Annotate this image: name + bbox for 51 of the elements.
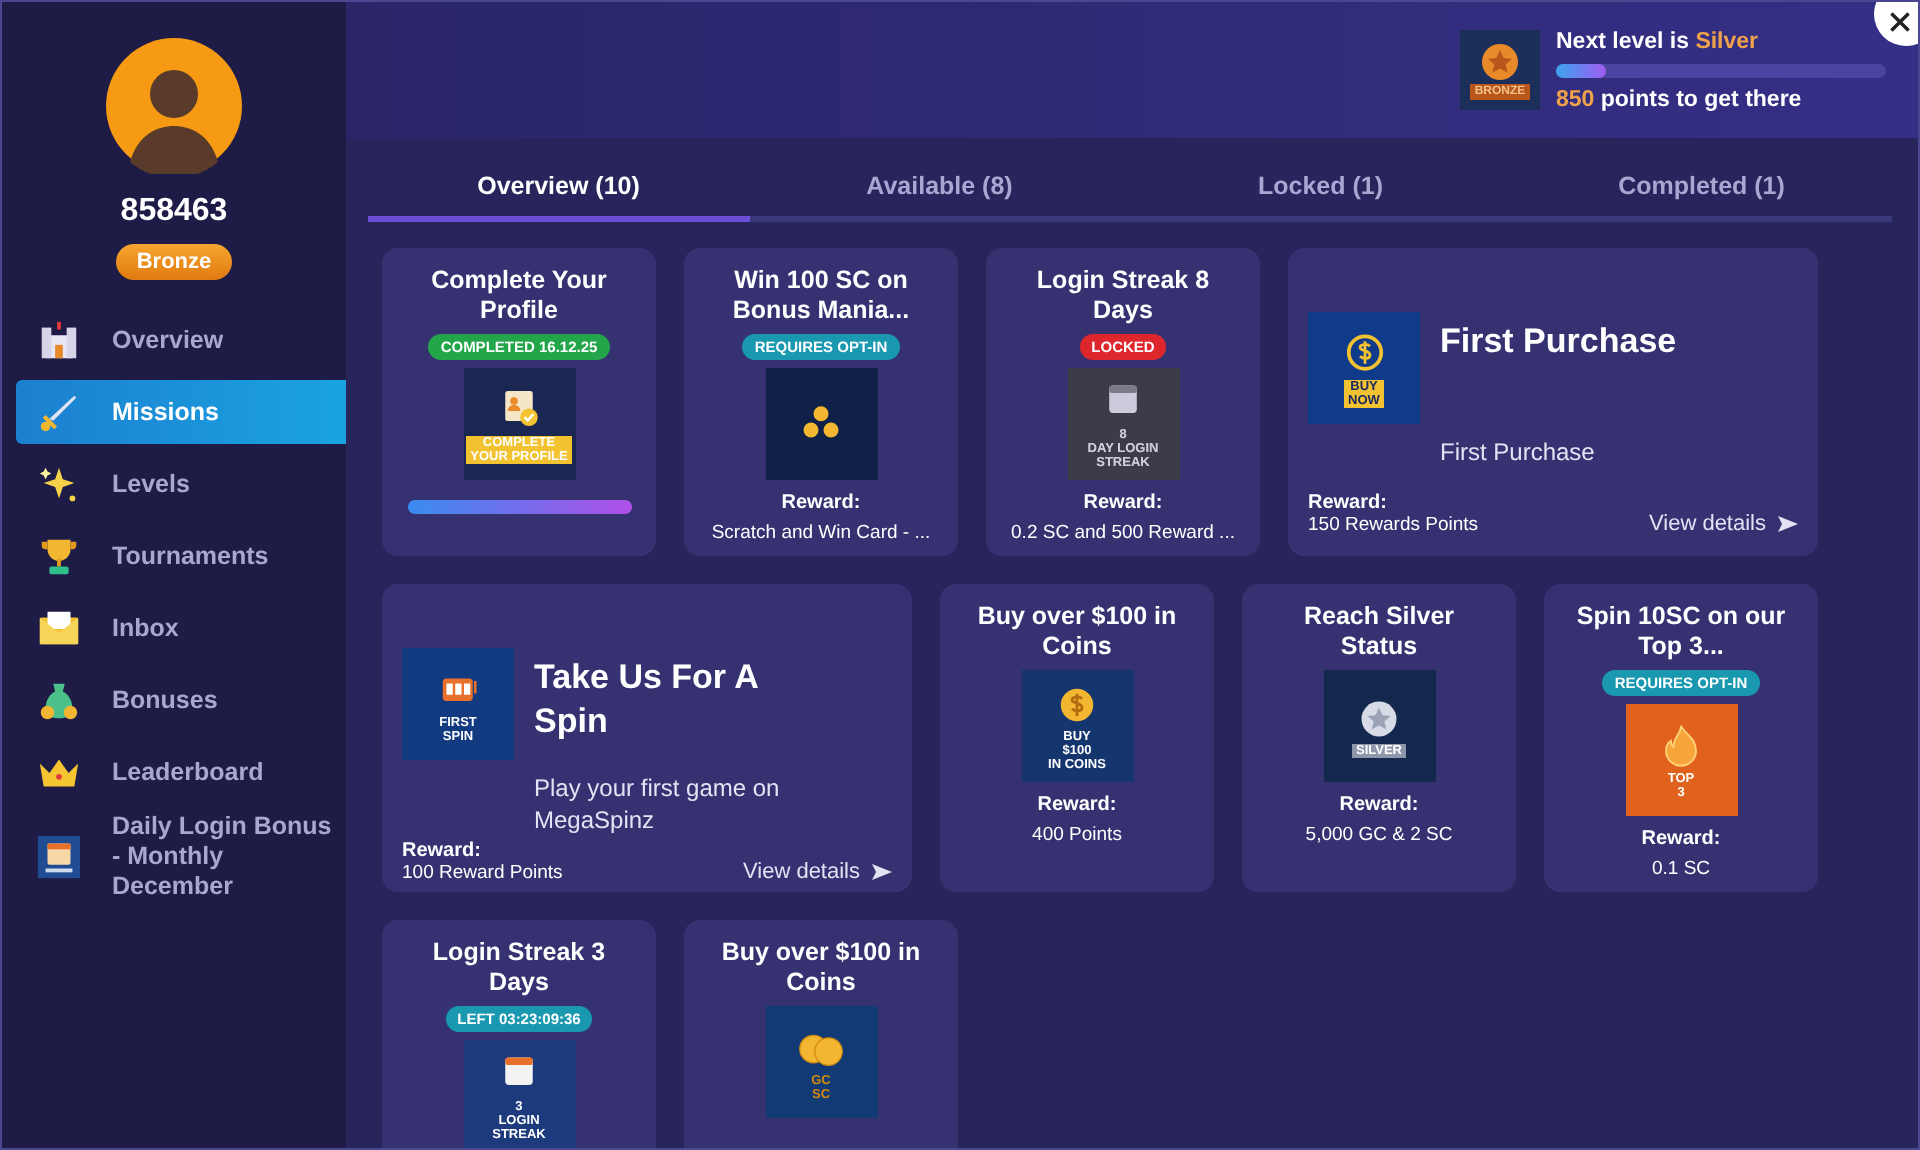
tab[interactable]: Locked (1) [1130,166,1511,222]
close-icon [1888,10,1912,34]
reward-label: Reward: [1339,794,1419,816]
mission-title: Take Us For A Spin [534,656,760,744]
mission-title: Reach Silver Status [1301,602,1457,662]
mission-title: Login Streak 3 Days [430,938,608,998]
tab[interactable]: Available (8) [749,166,1130,222]
sidebar-item[interactable]: Daily Login Bonus - Monthly December [16,812,346,902]
calendar-icon [36,834,82,880]
mission-title: Win 100 SC on Bonus Mania... [730,266,912,326]
mission-title: Buy over $100 in Coins [719,938,923,998]
sidebar-item[interactable]: Missions [16,380,346,444]
mission-title: Complete Your Profile [429,266,609,326]
view-details-link[interactable]: View details [743,860,892,884]
reward-text: Scratch and Win Card - ... [711,522,931,544]
castle-icon [36,317,82,363]
reward-label: Reward: [1308,492,1389,514]
avatar-silhouette [106,38,242,174]
arrow-icon [1778,514,1798,534]
sidebar-item[interactable]: Tournaments [16,524,346,588]
reward-label: Reward: [1037,794,1117,816]
mission-title: Buy over $100 in Coins [975,602,1179,662]
reward-text: 0.1 SC [1651,858,1711,880]
tab[interactable]: Completed (1) [1511,166,1892,222]
star-medal-icon [1480,41,1520,81]
tab[interactable]: Overview (10) [368,166,749,222]
arrow-icon [872,862,892,882]
mission-title: Login Streak 8 Days [1034,266,1212,326]
reward-label: Reward: [402,840,483,862]
next-level-text: Next level is Silver [1556,29,1761,53]
mission-title: Spin 10SC on our Top 3... [1574,602,1788,662]
points-needed-text: 850 points to get there [1556,87,1804,111]
sidebar-item[interactable]: Bonuses [16,668,346,732]
reward-text: 5,000 GC & 2 SC [1305,824,1453,846]
tier-badge: Bronze [116,244,232,280]
mission-description: Play your first game on MegaSpinz [534,772,782,836]
sidebar-item[interactable]: Leaderboard [16,740,346,804]
mission-title: First Purchase [1440,320,1677,364]
sidebar-item[interactable]: Levels [16,452,346,516]
username: 858463 [120,194,228,230]
mission-description: First Purchase [1440,436,1597,468]
sidebar-item[interactable]: Overview [16,308,346,372]
view-details-link[interactable]: View details [1649,512,1798,536]
sidebar-item[interactable]: Inbox [16,596,346,660]
reward-label: Reward: [1083,492,1163,514]
reward-label: Reward: [781,492,861,514]
reward-text: 0.2 SC and 500 Reward ... [1011,522,1235,544]
reward-text: 400 Points [1032,824,1122,846]
reward-text: 100 Reward Points [402,862,563,884]
reward-label: Reward: [1641,828,1721,850]
reward-text: 150 Rewards Points [1308,514,1479,536]
